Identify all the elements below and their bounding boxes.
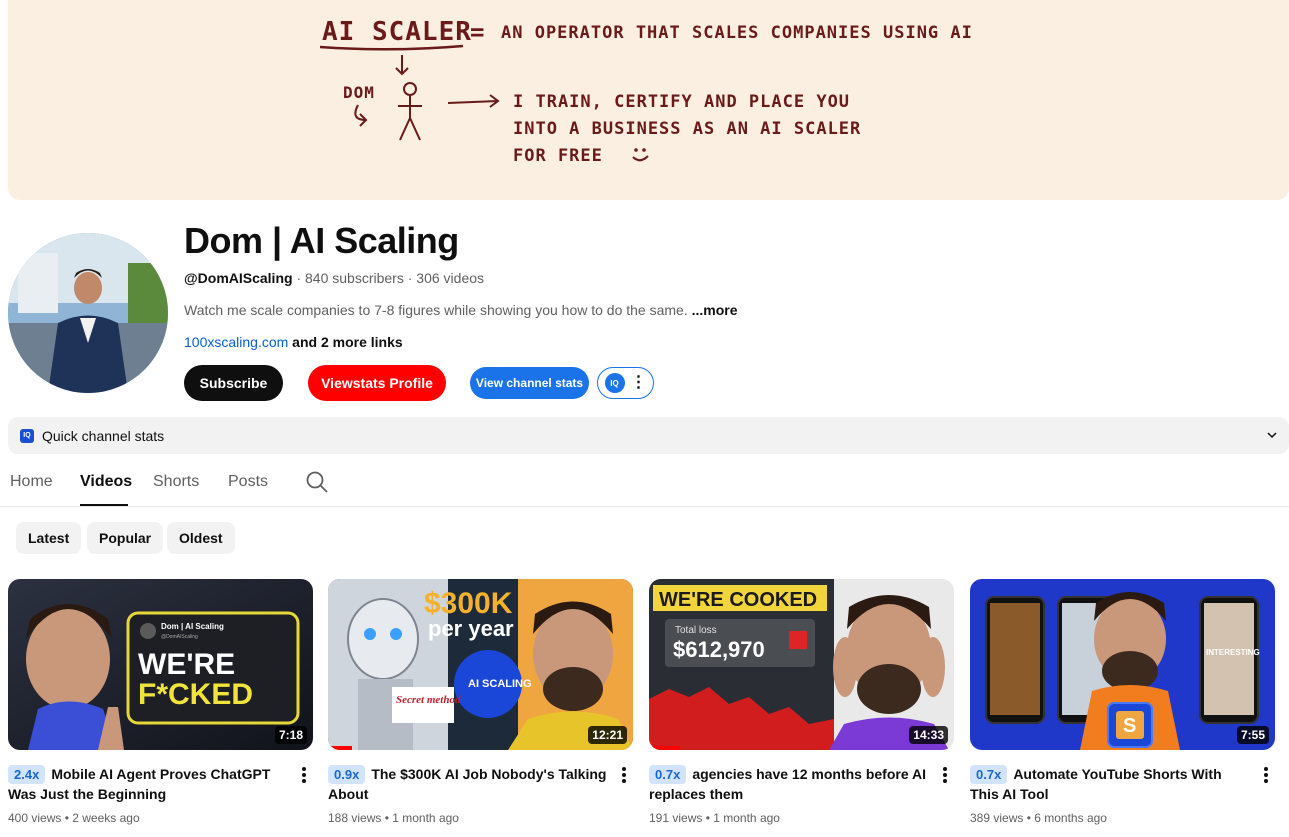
video-title[interactable]: 2.4x Mobile AI Agent Proves ChatGPT Was J… <box>8 764 288 804</box>
meta-sep: · <box>296 270 302 286</box>
subscriber-count: 840 subscribers <box>305 270 404 286</box>
thumb-text-3: AI SCALING <box>468 678 532 690</box>
iq-menu-button[interactable]: IQ ⋮ <box>597 367 654 399</box>
tab-home[interactable]: Home <box>10 473 53 491</box>
thumb-text-1: WE'RE <box>138 648 235 681</box>
upload-age: 2 weeks ago <box>72 811 140 825</box>
more-link[interactable]: ...more <box>692 302 738 318</box>
thumb-text-3: $612,970 <box>673 637 765 662</box>
video-duration: 14:33 <box>909 726 948 744</box>
more-links[interactable]: and 2 more links <box>292 334 402 350</box>
outlier-multiplier-badge: 0.7x <box>649 765 687 784</box>
channel-links: 100xscaling.com and 2 more links <box>184 334 403 350</box>
video-thumbnail[interactable]: INTERESTING S 7:55 <box>970 579 1275 750</box>
banner-title: AI SCALER <box>322 17 472 47</box>
channel-handle: @DomAIScaling <box>184 270 293 286</box>
quick-channel-stats-bar[interactable]: IQ Quick channel stats <box>8 417 1289 454</box>
view-count: 389 views <box>970 811 1024 825</box>
banner-definition: AN OPERATOR THAT SCALES COMPANIES USING … <box>501 23 973 43</box>
upload-age: 6 months ago <box>1034 811 1107 825</box>
chip-latest[interactable]: Latest <box>16 522 82 554</box>
video-card[interactable]: WE'RE COOKED Total loss $612,970 14:33 0… <box>649 579 954 825</box>
thumb-text-2: F*CKED <box>138 678 253 711</box>
view-count: 191 views <box>649 811 703 825</box>
video-thumbnail[interactable]: WE'RE COOKED Total loss $612,970 14:33 <box>649 579 954 750</box>
more-vert-icon: ⋮ <box>630 374 647 391</box>
banner-equals: = <box>470 18 485 46</box>
search-icon[interactable] <box>306 471 328 493</box>
channel-name: Dom | AI Scaling <box>184 220 459 261</box>
video-card[interactable]: $300K per year AI SCALING Secret method … <box>328 579 633 825</box>
tab-posts[interactable]: Posts <box>228 473 268 491</box>
view-count: 188 views <box>328 811 382 825</box>
tab-videos[interactable]: Videos <box>80 473 132 491</box>
quick-stats-label: Quick channel stats <box>42 427 165 444</box>
outlier-multiplier-badge: 2.4x <box>8 765 46 784</box>
video-meta: 400 views • 2 weeks ago <box>8 811 140 825</box>
channel-meta: @DomAIScaling · 840 subscribers · 306 vi… <box>184 270 484 286</box>
iq-icon: IQ <box>20 428 34 443</box>
iq-logo-icon: IQ <box>604 373 625 393</box>
viewstats-profile-button[interactable]: Viewstats Profile <box>308 365 446 401</box>
active-tab-indicator <box>80 504 128 506</box>
video-more-icon[interactable] <box>297 765 311 785</box>
thumb-text-2: Total loss <box>675 625 717 636</box>
upload-age: 1 month ago <box>392 811 459 825</box>
thumb-text-1: WE'RE COOKED <box>659 589 817 611</box>
view-count: 400 views <box>8 811 62 825</box>
video-duration: 7:55 <box>1236 726 1269 744</box>
watch-progress-bar <box>649 746 680 750</box>
video-title-text[interactable]: agencies have 12 months before AI replac… <box>649 766 926 802</box>
channel-tabs: Home Videos Shorts Posts <box>0 456 1289 507</box>
channel-avatar[interactable] <box>8 233 168 393</box>
video-title-text[interactable]: Automate YouTube Shorts With This AI Too… <box>970 766 1222 802</box>
video-title[interactable]: 0.7x Automate YouTube Shorts With This AI… <box>970 764 1250 804</box>
chip-oldest[interactable]: Oldest <box>167 522 235 554</box>
video-more-icon[interactable] <box>938 765 952 785</box>
thumb-text-2: S <box>1123 715 1136 737</box>
watch-progress-bar <box>328 746 353 750</box>
subscribe-button[interactable]: Subscribe <box>184 365 283 401</box>
view-channel-stats-button[interactable]: View channel stats <box>470 367 589 399</box>
channel-banner: AI SCALER = AN OPERATOR THAT SCALES COMP… <box>8 0 1289 200</box>
banner-line2: INTO A BUSINESS AS AN AI SCALER <box>513 119 861 139</box>
banner-line3: FOR FREE <box>513 146 603 166</box>
video-title-text[interactable]: Mobile AI Agent Proves ChatGPT Was Just … <box>8 766 270 802</box>
tab-shorts[interactable]: Shorts <box>153 473 199 491</box>
video-title[interactable]: 0.9x The $300K AI Job Nobody's Talking Ab… <box>328 764 608 804</box>
thumb-badge-name: Dom | AI Scaling <box>161 622 224 631</box>
meta-sep: · <box>407 270 413 286</box>
video-meta: 188 views • 1 month ago <box>328 811 459 825</box>
website-link[interactable]: 100xscaling.com <box>184 334 288 350</box>
video-meta: 191 views • 1 month ago <box>649 811 780 825</box>
channel-description[interactable]: Watch me scale companies to 7-8 figures … <box>184 302 738 318</box>
video-card[interactable]: Dom | AI Scaling @DomAIScaling WE'RE F*C… <box>8 579 313 825</box>
video-duration: 12:21 <box>588 726 627 744</box>
description-text: Watch me scale companies to 7-8 figures … <box>184 302 688 318</box>
video-more-icon[interactable] <box>1259 765 1273 785</box>
video-title-text[interactable]: The $300K AI Job Nobody's Talking About <box>328 766 606 802</box>
outlier-multiplier-badge: 0.7x <box>970 765 1008 784</box>
chip-popular[interactable]: Popular <box>87 522 164 554</box>
video-card[interactable]: INTERESTING S 7:55 0.7x Automate YouTube … <box>970 579 1275 825</box>
video-count: 306 videos <box>416 270 485 286</box>
video-meta: 389 views • 6 months ago <box>970 811 1107 825</box>
outlier-multiplier-badge: 0.9x <box>328 765 366 784</box>
upload-age: 1 month ago <box>713 811 780 825</box>
video-title[interactable]: 0.7x agencies have 12 months before AI re… <box>649 764 929 804</box>
banner-line1: I TRAIN, CERTIFY AND PLACE YOU <box>513 92 850 112</box>
banner-name: DOM <box>343 83 375 102</box>
video-duration: 7:18 <box>274 726 307 744</box>
video-thumbnail[interactable]: Dom | AI Scaling @DomAIScaling WE'RE F*C… <box>8 579 313 750</box>
thumb-badge-handle: @DomAIScaling <box>161 634 198 640</box>
thumb-text-2: per year <box>428 616 514 641</box>
video-more-icon[interactable] <box>617 765 631 785</box>
chevron-down-icon[interactable] <box>1265 428 1279 442</box>
thumb-text-4: Secret method <box>396 694 461 706</box>
thumb-text-1: INTERESTING <box>1206 648 1260 657</box>
video-thumbnail[interactable]: $300K per year AI SCALING Secret method … <box>328 579 633 750</box>
